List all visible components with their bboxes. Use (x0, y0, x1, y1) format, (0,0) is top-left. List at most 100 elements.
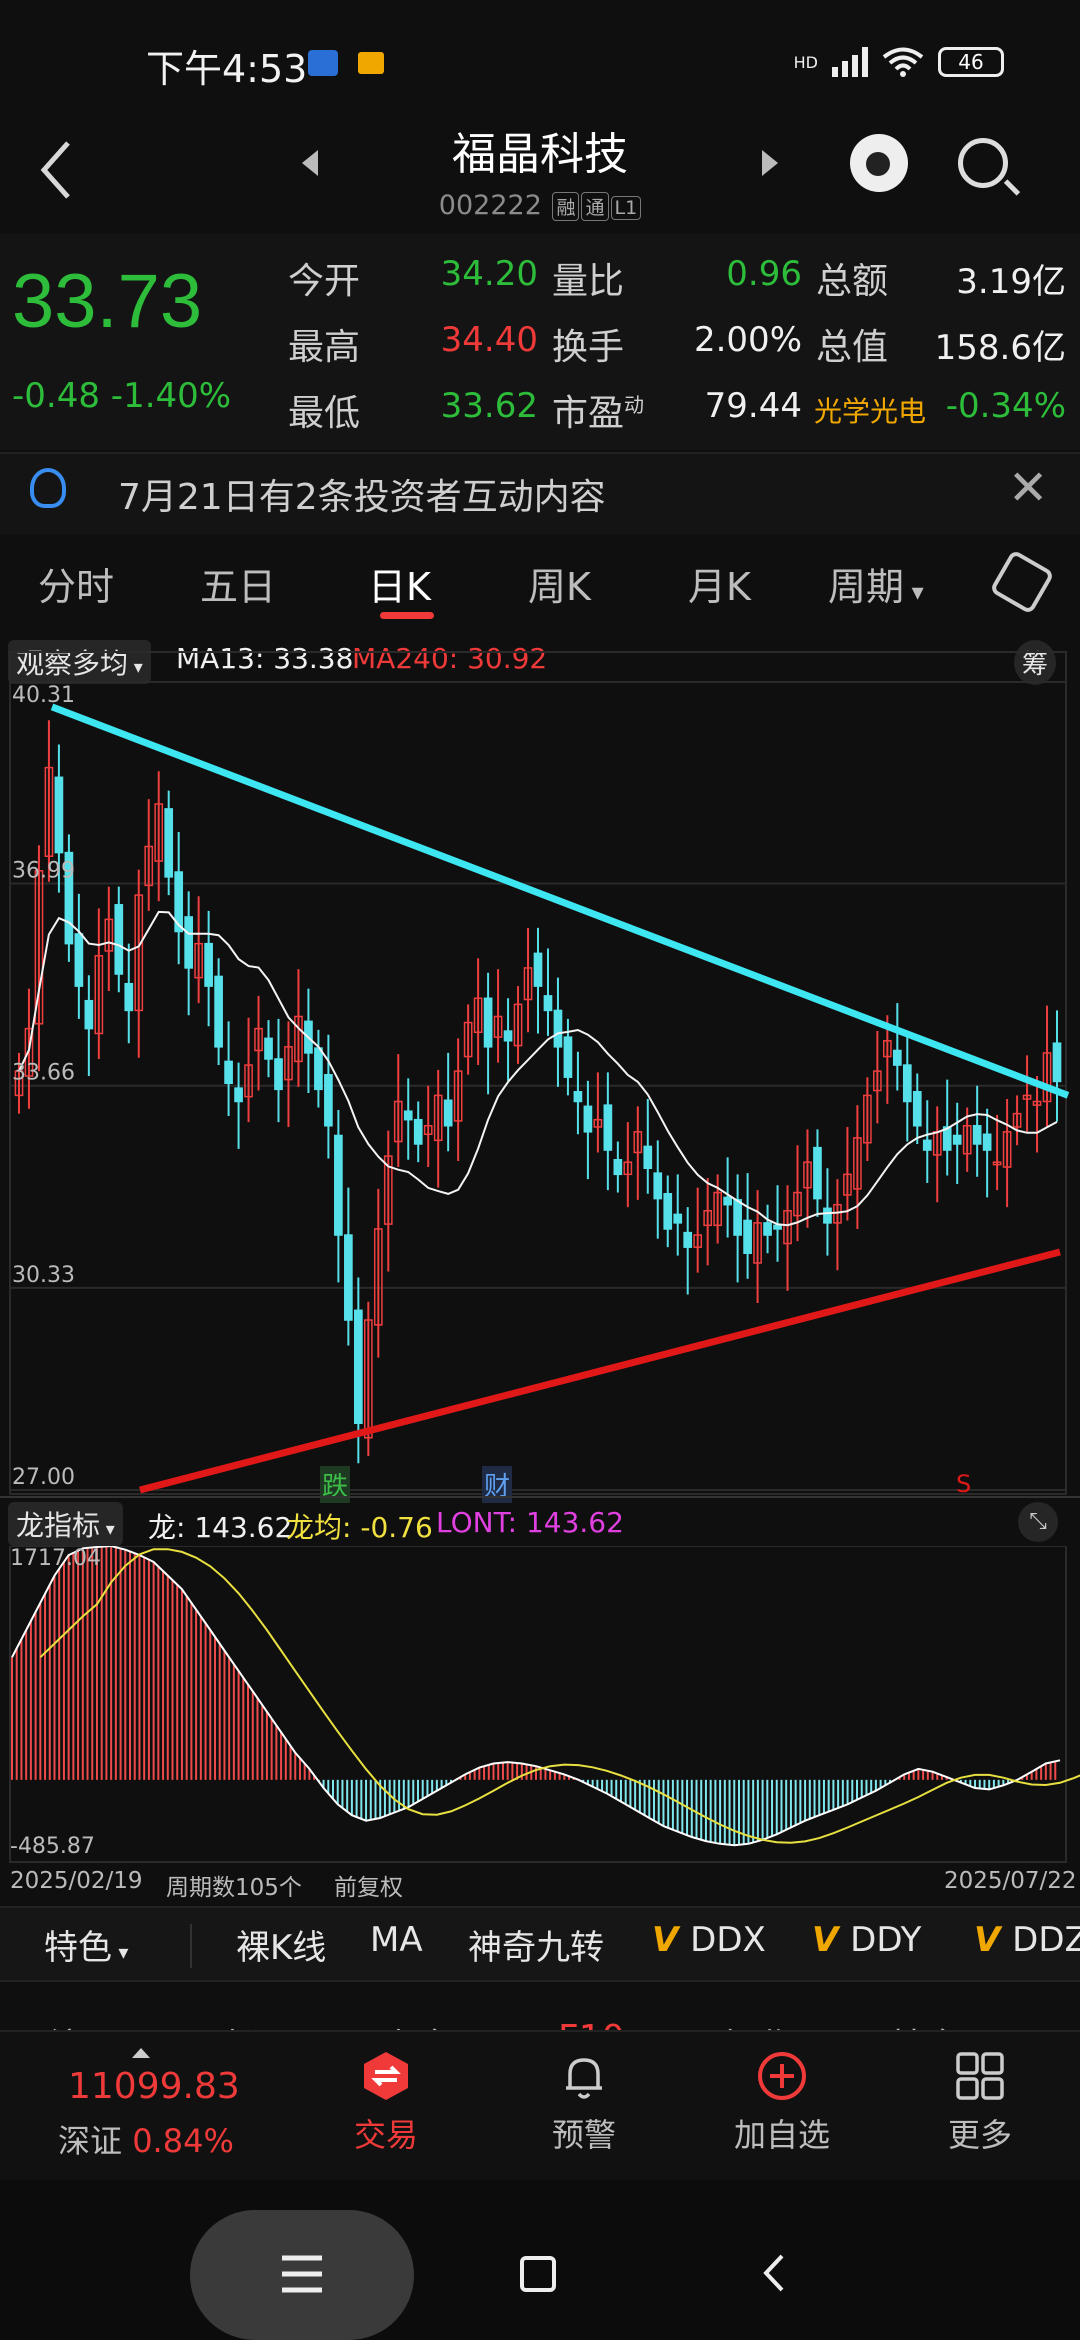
notice-text[interactable]: 7月21日有2条投资者互动内容 (118, 468, 606, 520)
battery-icon: 46 (938, 47, 1004, 77)
candle-body (613, 1159, 623, 1176)
nav-more-label: 更多 (947, 2116, 1012, 2154)
index-label[interactable]: 深证 0.84% (58, 2116, 234, 2162)
candle-body (184, 916, 194, 969)
nav-trade[interactable]: 交易 (326, 2050, 446, 2156)
quote-label-amount: 总额 (816, 261, 889, 302)
tag-connect: 通 (581, 192, 609, 221)
osc-y-bottom: -485.87 (10, 1834, 95, 1859)
status-indicators: HD 46 (794, 46, 1004, 78)
tab-five-day[interactable]: 五日 (200, 556, 276, 611)
tab-period[interactable]: 周期 ▾ (828, 556, 924, 611)
candle-body (723, 1196, 732, 1206)
signal-icon (832, 47, 868, 77)
quote-label-mktcap: 总值 (816, 327, 889, 368)
indicator-nine-turn[interactable]: 神奇九转 (468, 1920, 604, 1969)
candle-body (683, 1231, 693, 1248)
assistant-icon[interactable] (850, 134, 908, 192)
quote-label-volratio: 量比 (552, 261, 625, 302)
nav-alert[interactable]: 预警 (524, 2050, 644, 2156)
quote-value-mktcap: 158.6亿 (934, 328, 1066, 368)
axis-end-date: 2025/07/22 (944, 1868, 1077, 1894)
axis-start-date: 2025/02/19 (10, 1868, 143, 1894)
tab-weekly-k[interactable]: 周K (528, 556, 591, 611)
quote-label-pe: 市盈动 (552, 384, 644, 436)
quote-value-amount: 3.19亿 (956, 262, 1066, 302)
candle-body (603, 1104, 613, 1151)
oscillator-select[interactable]: 龙指标 ▾ (8, 1502, 123, 1546)
candle-body (563, 1036, 573, 1078)
quote-label-turnover: 换手 (552, 327, 625, 368)
tab-daily-k[interactable]: 日K (368, 556, 431, 611)
quote-label-high: 最高 (288, 327, 361, 368)
candle-body (224, 1060, 233, 1085)
sector-change: -0.34% (945, 386, 1066, 426)
nav-add-watchlist[interactable]: 加自选 (722, 2050, 842, 2156)
candle-body (823, 1207, 832, 1224)
caret-down-icon: ▾ (904, 578, 924, 606)
grid-icon (954, 2050, 1006, 2102)
candle-body (344, 1234, 353, 1321)
vip-icon: V (652, 1920, 691, 1960)
indicator-ddz[interactable]: V DDZ (974, 1920, 1080, 1960)
adjust-mode[interactable]: 前复权 (334, 1868, 403, 1902)
quote-value-open: 34.20 (440, 254, 538, 294)
candle-body (114, 904, 124, 975)
price-change: -0.48 -1.40% (12, 376, 231, 416)
oscillator-bars (9, 1546, 1067, 1863)
system-back-button[interactable] (758, 2248, 788, 2302)
change-percent: -1.40% (110, 376, 232, 416)
sector-name[interactable]: 光学光电 (814, 390, 926, 430)
quote-value-turnover: 2.00% (693, 320, 802, 360)
home-button[interactable] (520, 2256, 556, 2292)
chevron-left-icon (763, 2254, 784, 2292)
indicator-naked-k[interactable]: 裸K线 (236, 1920, 326, 1969)
candle-body (553, 1009, 563, 1048)
recent-apps-button[interactable] (190, 2210, 414, 2340)
close-icon[interactable]: ✕ (1008, 460, 1048, 516)
candle-body (234, 1087, 243, 1103)
divider (190, 1924, 192, 1968)
candle-body (74, 933, 84, 987)
oscillator-chart[interactable] (0, 1546, 1080, 1866)
nav-trade-label: 交易 (353, 2116, 418, 2154)
indicator-ddx[interactable]: V DDX (652, 1920, 766, 1960)
indicator-ddy[interactable]: V DDY (812, 1920, 921, 1960)
tab-monthly-k[interactable]: 月K (688, 556, 751, 611)
candle-body (483, 997, 493, 1048)
candle-body (583, 1105, 593, 1133)
expand-icon[interactable]: ⤡ (1018, 1502, 1058, 1542)
candle-body (403, 1110, 413, 1121)
wifi-icon (882, 47, 924, 77)
feature-select-label: 特色 (44, 1928, 112, 1968)
bulb-icon (30, 468, 66, 508)
stock-code-text: 002222 (438, 190, 542, 221)
kline-chart[interactable]: 40.31 36.99 33.66 30.33 27.00 (0, 630, 1080, 1500)
hd-label: HD (793, 52, 818, 72)
index-value[interactable]: 11099.83 (68, 2066, 240, 2107)
feature-select[interactable]: 特色 ▾ (44, 1920, 128, 1969)
candle-body (164, 808, 174, 878)
lont-readout: LONT: 143.62 (436, 1506, 624, 1539)
indicator-ma[interactable]: MA (370, 1920, 423, 1960)
expand-up-icon[interactable] (132, 2048, 150, 2058)
search-icon[interactable] (958, 138, 1008, 188)
signal-marker-s[interactable]: S (956, 1470, 971, 1498)
candle-body (533, 952, 543, 987)
pe-label-text: 市盈 (552, 393, 625, 434)
tag-level: L1 (610, 196, 642, 220)
candle-body (773, 1224, 782, 1230)
candle-body (503, 1030, 513, 1042)
candle-body (912, 1091, 922, 1127)
stock-name: 福晶科技 (452, 129, 628, 180)
candle-body (443, 1099, 453, 1127)
oscillator-select-label: 龙指标 (16, 1509, 101, 1542)
candle-body (324, 1074, 333, 1127)
nav-more[interactable]: 更多 (920, 2050, 1040, 2156)
candle-body (353, 1309, 363, 1424)
tab-intraday[interactable]: 分时 (38, 556, 114, 611)
oscillator-line (11, 1546, 1061, 1847)
candle-body (84, 999, 94, 1030)
add-circle-icon (756, 2050, 808, 2102)
candle-body (204, 942, 213, 987)
